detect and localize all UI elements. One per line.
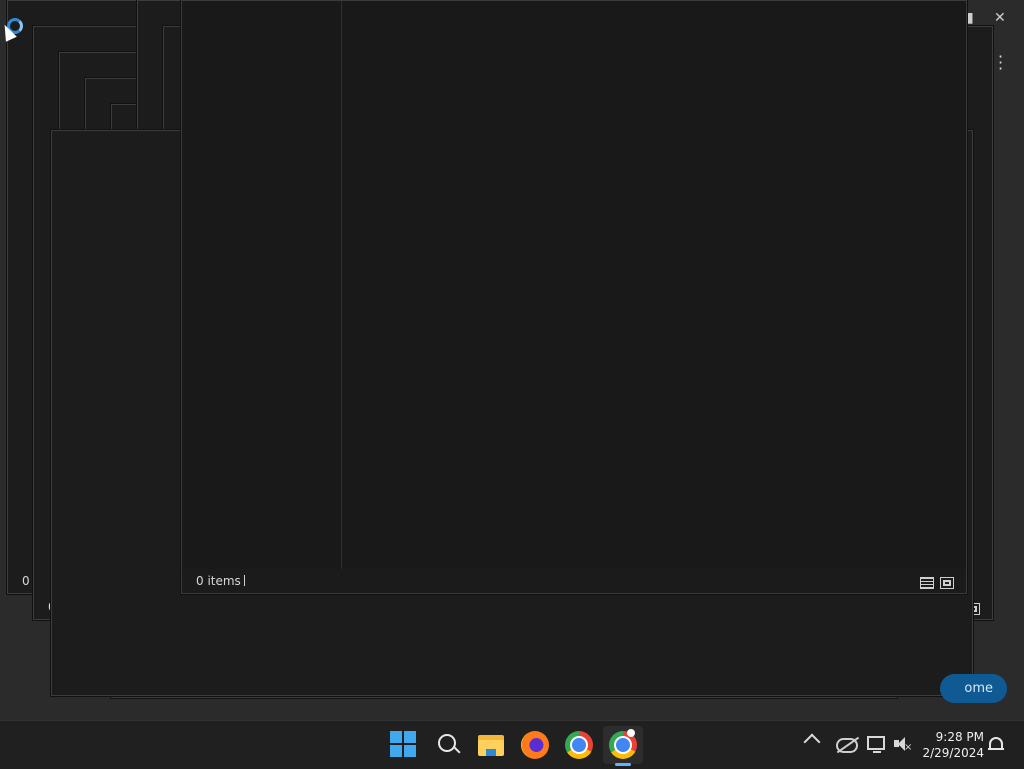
clock-date: 2/29/2024 xyxy=(922,746,984,760)
view-toggle-group xyxy=(920,577,954,589)
onedrive-icon[interactable] xyxy=(836,738,858,753)
notifications-icon[interactable] xyxy=(988,737,1004,750)
close-icon[interactable]: ✕ xyxy=(994,10,1006,26)
taskbar: × 9:28 PM 2/29/2024 xyxy=(0,720,1024,769)
home-button[interactable]: ome xyxy=(940,674,1007,703)
search-icon[interactable] xyxy=(434,731,462,759)
network-icon[interactable] xyxy=(867,736,885,753)
profile-badge-icon xyxy=(627,729,635,737)
status-separator xyxy=(244,575,245,586)
item-count: 0 items xyxy=(196,574,241,588)
maximize-icon[interactable]: ▮ xyxy=(966,10,974,26)
status-bar: 0 items xyxy=(182,569,966,593)
active-indicator xyxy=(615,763,631,766)
more-options-icon[interactable]: · · · xyxy=(998,49,1003,77)
firefox-icon[interactable] xyxy=(521,731,549,759)
start-icon[interactable] xyxy=(390,731,418,759)
navigation-pane[interactable] xyxy=(182,1,342,569)
details-view-icon[interactable] xyxy=(920,577,934,589)
large-icons-view-icon[interactable] xyxy=(940,577,954,589)
desktop: 0 i 0 i 0 i ▮ ✕ ··· ome 0 items xyxy=(0,0,1024,720)
chrome-icon[interactable] xyxy=(565,731,593,759)
volume-muted-icon[interactable]: × xyxy=(894,737,912,753)
file-explorer-window: 0 items xyxy=(181,0,967,594)
chevron-up-icon[interactable] xyxy=(803,733,821,751)
clock[interactable]: 9:28 PM 2/29/2024 xyxy=(922,729,984,761)
file-explorer-icon[interactable] xyxy=(477,731,505,759)
clock-time: 9:28 PM xyxy=(935,730,984,744)
